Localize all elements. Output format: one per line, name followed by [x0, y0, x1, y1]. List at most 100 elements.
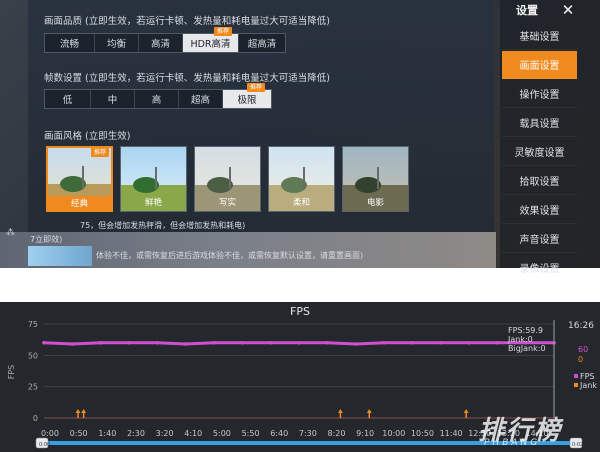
x-tick-label: 5:00 — [213, 429, 231, 438]
jank-marker-head — [81, 409, 87, 413]
bigjank-readout: BigJank:0 — [508, 344, 546, 353]
screenshot-root: 画面品质 (立即生效，若运行卡顿、发热量和耗电量过大可适当降低) 流畅 均衡 高清 H… — [0, 0, 600, 452]
sidebar-item-2[interactable]: 操作设置 — [502, 80, 577, 108]
legend-jank-swatch — [574, 383, 578, 387]
x-tick-label: 11:40 — [440, 429, 463, 438]
jank-marker-head — [337, 409, 343, 413]
quality-option-3[interactable]: HDR高清 推荐 — [183, 27, 239, 52]
x-tick-label: 10:50 — [411, 429, 434, 438]
x-tick-label: 4:10 — [184, 429, 202, 438]
fps-data-point — [268, 341, 273, 345]
fps-data-point — [382, 341, 386, 345]
loading-icon: ⁂ — [6, 228, 15, 238]
framerate-option-2[interactable]: 高 — [135, 90, 179, 108]
style-card-3[interactable]: 柔和 — [268, 146, 335, 212]
style-card-1[interactable]: 鲜艳 — [120, 146, 187, 212]
quality-selector: 流畅 均衡 高清 HDR高清 推荐 超高清 — [44, 27, 286, 53]
sidebar-item-6[interactable]: 效果设置 — [502, 196, 577, 224]
fps-data-point — [495, 341, 500, 345]
style-card-2[interactable]: 写实 — [194, 146, 261, 212]
time-readout: 16:26 — [568, 321, 594, 331]
x-tick-label: 6:40 — [270, 429, 288, 438]
fps-data-point — [183, 342, 188, 346]
framerate-label: 帧数设置 (立即生效，若运行卡顿、发热量和耗电量过大可适当降低) — [44, 73, 330, 84]
sidebar-item-7[interactable]: 声音设置 — [502, 225, 577, 253]
style-name: 电影 — [366, 198, 384, 208]
recommended-badge: 推荐 — [213, 27, 232, 36]
fps-data-point — [98, 341, 103, 345]
jank-marker-head — [75, 409, 81, 413]
reset-note: 体验不佳，或需恢复后进后游戏体验不佳，或需恢复默认设置，请重置画面) — [96, 251, 364, 260]
y-tick-label: 50 — [28, 351, 38, 360]
framerate-option-0[interactable]: 低 — [45, 90, 91, 108]
fps-data-point — [212, 341, 216, 345]
style-label: 画面风格 (立即生效) — [44, 131, 131, 142]
fps-readout: FPS:59.9 — [508, 326, 544, 335]
jank-readout: Jank:0 — [508, 335, 533, 344]
fps-data-point — [297, 341, 301, 345]
settings-title: 设置 — [516, 4, 538, 17]
framerate-option-4[interactable]: 极限 推荐 — [223, 83, 271, 108]
style-name: 柔和 — [292, 198, 310, 208]
x-tick-label: 1:40 — [98, 429, 116, 438]
style-name: 鲜艳 — [144, 198, 162, 208]
x-tick-label: 5:50 — [242, 429, 260, 438]
style-options: 经典 推荐鲜艳 写实 柔和 电影 — [46, 146, 409, 212]
close-icon[interactable]: ✕ — [556, 0, 580, 20]
style-card-0[interactable]: 经典 推荐 — [46, 146, 113, 212]
fps-data-point — [42, 341, 46, 345]
quality-option-1[interactable]: 均衡 — [95, 34, 139, 52]
sidebar-item-1[interactable]: 画面设置 — [502, 51, 577, 79]
sidebar-item-5[interactable]: 拾取设置 — [502, 167, 577, 195]
quality-option-0[interactable]: 流畅 — [45, 34, 95, 52]
x-tick-label: 8:20 — [328, 429, 346, 438]
fps-data-point — [325, 341, 330, 345]
recommended-badge: 推荐 — [246, 83, 265, 92]
jank-marker-head — [463, 409, 469, 413]
jank-marker-head — [366, 409, 372, 413]
sidebar-item-0[interactable]: 基础设置 — [502, 22, 577, 50]
x-tick-label: 2:30 — [127, 429, 145, 438]
x-tick-label: 9:10 — [356, 429, 374, 438]
fps-data-point — [155, 341, 160, 345]
quality-option-2[interactable]: 高清 — [139, 34, 183, 52]
style-preview-tower — [82, 166, 84, 188]
y-tick-label: 25 — [28, 383, 38, 392]
y-tick-label: 75 — [28, 320, 38, 329]
x-tick-label: 7:30 — [299, 429, 317, 438]
quality-option-4[interactable]: 超高清 — [239, 34, 285, 52]
framerate-option-1[interactable]: 中 — [91, 90, 135, 108]
fps-data-point — [127, 341, 131, 345]
section-note: 7立即效) — [30, 235, 63, 244]
style-card-4[interactable]: 电影 — [342, 146, 409, 212]
framerate-option-3[interactable]: 超高 — [179, 90, 223, 108]
legend-fps: FPS — [580, 372, 595, 381]
right-axis-60: 60 — [578, 345, 589, 354]
right-axis-0: 0 — [578, 355, 584, 364]
y-tick-label: 0 — [33, 414, 38, 423]
x-tick-label: 3:20 — [156, 429, 174, 438]
fps-data-point — [410, 341, 415, 345]
fps-data-point — [240, 341, 245, 345]
slider-start-label: 0:00 — [39, 442, 50, 448]
style-preview-tower — [155, 167, 157, 189]
sidebar-item-3[interactable]: 载具设置 — [502, 109, 577, 137]
style-preview-tower — [377, 167, 379, 189]
x-tick-label: 10:00 — [382, 429, 405, 438]
style-preview-tower — [303, 167, 305, 189]
quality-label: 画面品质 (立即生效，若运行卡顿、发热量和耗电量过大可适当降低) — [44, 16, 330, 27]
fps-data-point — [467, 341, 471, 345]
style-name: 写实 — [218, 198, 236, 208]
legend-jank: Jank — [580, 381, 597, 390]
framerate-selector: 低中高超高 极限 推荐 — [44, 83, 272, 109]
style-note: 75，但会增加发热秤滑，但会增加发热和耗电) — [80, 221, 246, 230]
legend-fps-swatch — [574, 374, 578, 378]
sidebar-item-8[interactable]: 录像设置 — [502, 254, 577, 282]
y-axis-label: FPS — [7, 365, 16, 380]
style-preview-tower — [229, 167, 231, 189]
blurred-region — [28, 246, 92, 266]
recommended-badge: 推荐 — [90, 148, 109, 157]
sidebar-item-4[interactable]: 灵敏度设置 — [502, 138, 577, 166]
slider-end-label: 0:02 — [572, 442, 583, 448]
x-tick-label: 0:50 — [70, 429, 88, 438]
